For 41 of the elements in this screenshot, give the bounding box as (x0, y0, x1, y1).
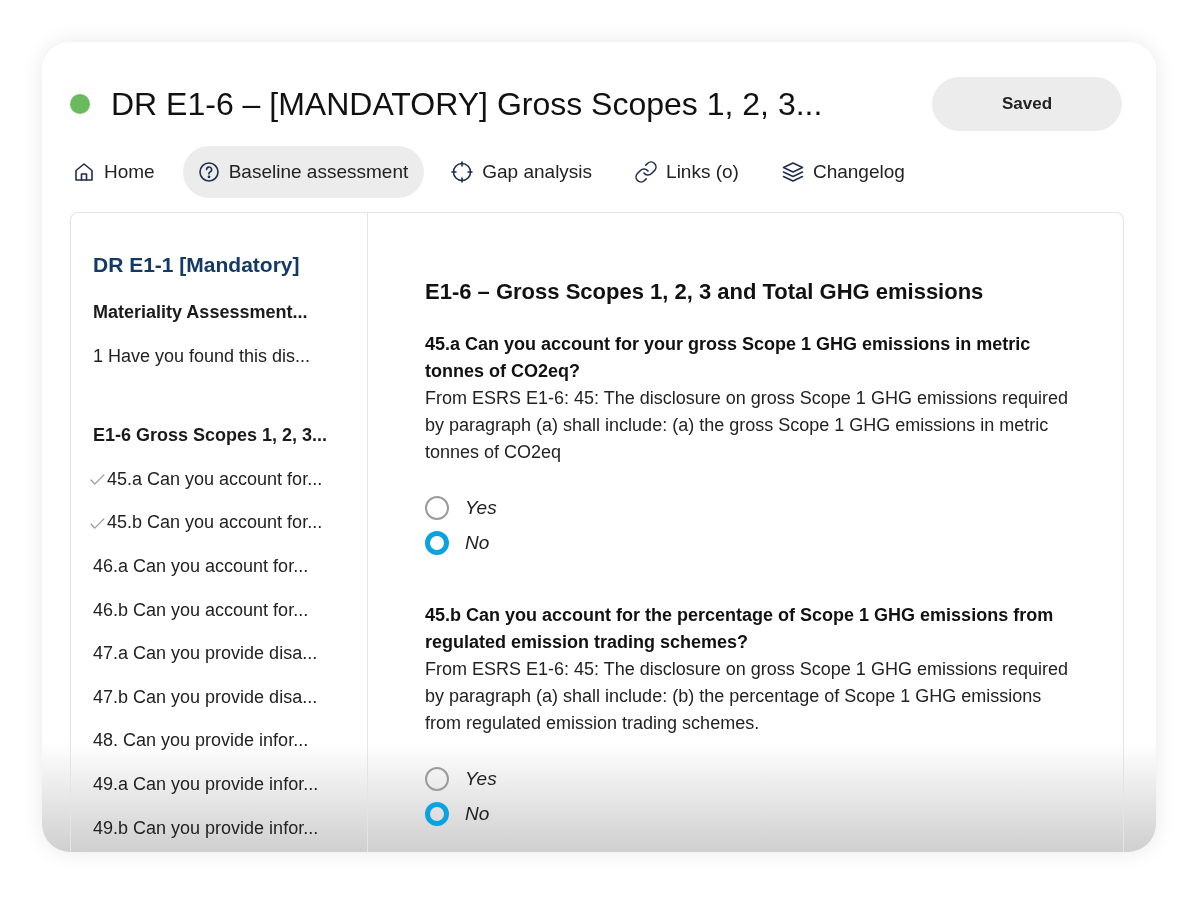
sidebar-item[interactable]: 48. Can you provide infor... (93, 719, 357, 763)
radio-button[interactable] (425, 530, 449, 555)
tab[interactable]: Changelog (766, 146, 921, 198)
radio-button[interactable] (425, 495, 449, 520)
crosshair-icon (450, 160, 475, 184)
sidebar-item[interactable]: 1 Have you found this dis... (93, 334, 357, 379)
sidebar-item[interactable]: 47.b Can you provide disa... (93, 675, 357, 720)
status-dot-icon (70, 94, 90, 114)
sidebar-item[interactable]: 47.a Can you provide disa... (93, 632, 357, 676)
home-icon (72, 160, 96, 184)
sidebar-item[interactable]: 46.a Can you account for... (93, 544, 357, 589)
sidebar-item[interactable]: 45.a Can you account for... (90, 457, 357, 502)
section-title: E1-6 – Gross Scopes 1, 2, 3 and Total GHG emissions (425, 278, 985, 306)
layers-icon (780, 160, 805, 184)
sidebar-item[interactable]: 49.b Can you provide infor... (93, 806, 357, 851)
sidebar-item[interactable]: 45.b Can you account for... (90, 501, 357, 545)
tab[interactable]: Links (o) (620, 146, 755, 198)
saved-button[interactable]: Saved (932, 77, 1122, 131)
sidebar-title: DR E1-1 [Mandatory] (93, 252, 301, 278)
option-label: No (465, 802, 490, 825)
question-circle-icon (196, 160, 221, 184)
question-title: 45.b Can you account for the percentage of Scope 1 GHG emissions from regulated emission trading schemes? (425, 604, 1055, 654)
option-label: Yes (465, 767, 497, 790)
check-icon (90, 517, 105, 529)
tab[interactable]: Gap analysis (436, 146, 609, 198)
question-title: 45.a Can you account for your gross Scope 1 GHG emissions in metric tonnes of CO2eq? (425, 333, 1032, 383)
section-heading: Materiality Assessment... (93, 301, 309, 324)
option-label: No (465, 531, 490, 554)
question-description: From ESRS E1-6: 45: The disclosure on gross Scope 1 GHG emissions required by paragraph (a) shall include: (a) the gross Scope 1 GHG emissions in metric tonnes of CO2eq (425, 387, 1069, 464)
page-title: DR E1-6 – [MANDATORY] Gross Scopes 1, 2, 3... (111, 85, 823, 123)
section-heading: E1-6 Gross Scopes 1, 2, 3... (93, 424, 329, 448)
option-label: Yes (465, 496, 497, 519)
tab[interactable]: Baseline assessment (182, 146, 425, 198)
sidebar-item[interactable]: 46.b Can you account for... (93, 588, 357, 633)
check-icon (90, 474, 105, 486)
sidebar-item[interactable]: 49.a Can you provide infor... (93, 762, 357, 807)
tab[interactable]: Home (69, 146, 171, 198)
link-icon (634, 160, 659, 184)
radio-button[interactable] (425, 801, 449, 826)
radio-button[interactable] (425, 766, 449, 791)
question-description: From ESRS E1-6: 45: The disclosure on gross Scope 1 GHG emissions required by paragraph (a) shall include: (b) the percentage of Scope 1 GHG emissions from regulated emission trading schemes. (425, 658, 1069, 735)
